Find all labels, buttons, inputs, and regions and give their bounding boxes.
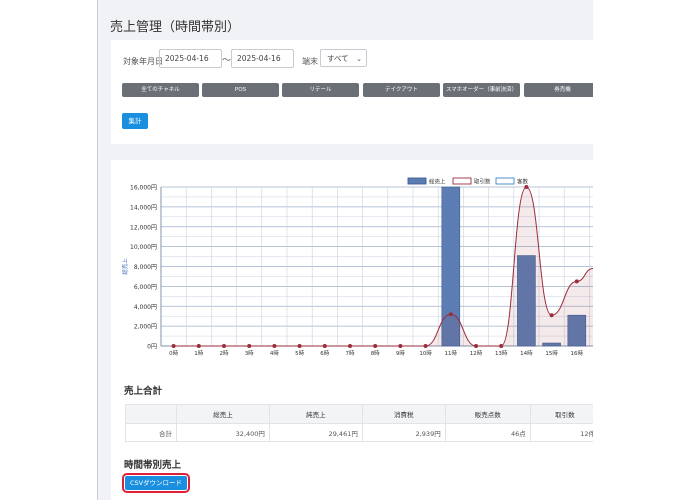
summary-header-row: 総売上 純売上 消費税 販売点数 取引数 [125, 404, 593, 424]
line-point [196, 344, 201, 348]
line-point [297, 344, 302, 348]
line-point [574, 279, 579, 284]
page-title: 売上管理（時間帯別） [110, 20, 241, 35]
summary-cell: 2,939円 [361, 423, 446, 442]
legend-label: 総売上 [429, 178, 446, 186]
line-point [272, 344, 277, 348]
summary-header-cell: 総売上 [176, 404, 270, 424]
x-tick-label: 5時 [295, 349, 304, 357]
table-row: 合計 32,400円 29,461円 2,939円 46点 12件 [125, 423, 593, 442]
date-to-input[interactable]: 2025-04-16 [231, 49, 294, 68]
line-point [474, 344, 478, 348]
y-tick-label: 16,000円 [130, 185, 157, 192]
x-tick-label: 3時 [245, 349, 254, 357]
y-tick-label: 12,000円 [130, 224, 157, 231]
hourly-sales-chart: 0円 2,000円 4,000円 6,000円 8,000円 10,000円 12,000円… [121, 177, 593, 357]
channel-button-all[interactable]: 全てのチャネル [122, 83, 199, 97]
x-tick-label: 8時 [371, 349, 380, 357]
x-tick-label: 16時 [571, 349, 584, 357]
channel-button-mobile-order[interactable]: スマホオーダー（事前決済） [443, 83, 520, 97]
summary-cell: 46点 [444, 423, 531, 442]
channel-button-takeout[interactable]: テイクアウト [363, 83, 440, 97]
channel-button-pos[interactable]: POS [202, 83, 279, 97]
line-point [499, 344, 504, 348]
y-axis-label: 総売上 [121, 258, 129, 275]
hourly-title: 時間帯別売上 [124, 460, 182, 471]
x-tick-label: 13時 [495, 349, 508, 357]
line-point [448, 312, 453, 317]
terminal-select-value: すべて [327, 54, 349, 63]
summary-cell: 合計 [125, 423, 177, 442]
line-point [171, 344, 176, 348]
filter-card: 対象年月日 2025-04-16 〜 2025-04-16 端末 すべて ⌄ 全… [111, 40, 593, 144]
report-card: 0円 2,000円 4,000円 6,000円 8,000円 10,000円 12,000円… [111, 160, 593, 500]
date-from-input[interactable]: 2025-04-16 [159, 49, 222, 68]
channel-button-retail[interactable]: リテール [282, 83, 359, 97]
terminal-select[interactable]: すべて ⌄ [320, 49, 367, 67]
legend-swatch [495, 177, 515, 185]
summary-cell: 32,400円 [176, 423, 270, 442]
x-tick-label: 12時 [470, 349, 483, 357]
x-tick-label: 1時 [194, 349, 203, 357]
csv-download-button[interactable]: CSVダウンロード [122, 473, 190, 493]
summary-table: 総売上 純売上 消費税 販売点数 取引数 合計 32,400円 29,461円 … [125, 404, 593, 442]
y-tick-label: 6,000円 [134, 284, 157, 291]
channel-button-ticket-machine[interactable]: 券売機 [524, 83, 593, 97]
legend-label: 取引数 [474, 178, 491, 186]
y-tick-label: 8,000円 [134, 264, 157, 271]
x-tick-label: 11時 [445, 349, 458, 357]
y-tick-label: 14,000円 [130, 204, 157, 211]
x-tick-label: 4時 [270, 349, 279, 357]
x-tick-label: 10時 [419, 349, 432, 357]
period-label: 対象年月日 [123, 57, 163, 66]
chevron-down-icon: ⌄ [356, 55, 362, 63]
line-point [348, 344, 352, 348]
x-tick-label: 14時 [520, 349, 533, 357]
summary-header-cell: 販売点数 [444, 404, 531, 424]
y-tick-label: 0円 [147, 344, 157, 351]
summary-cell: 29,461円 [268, 423, 363, 442]
x-tick-label: 7時 [346, 349, 355, 357]
summary-header-cell: 純売上 [268, 404, 363, 424]
y-tick-label: 4,000円 [134, 304, 157, 311]
line-point [398, 344, 403, 348]
line-point [247, 344, 252, 348]
aggregate-button[interactable]: 集計 [122, 113, 148, 129]
legend-label: 客数 [517, 178, 529, 186]
x-tick-label: 2時 [220, 349, 229, 357]
line-point [549, 313, 554, 318]
legend-swatch [407, 177, 427, 185]
line-point [423, 344, 428, 348]
terminal-label: 端末 [302, 57, 318, 66]
summary-header-cell: 取引数 [529, 404, 593, 424]
range-separator: 〜 [222, 56, 232, 66]
legend-swatch [452, 177, 472, 185]
app-frame: 売上管理（時間帯別） 対象年月日 2025-04-16 〜 2025-04-16… [97, 0, 593, 500]
y-tick-label: 10,000円 [130, 244, 157, 251]
summary-header-cell [125, 404, 177, 424]
y-tick-label: 2,000円 [134, 324, 157, 331]
x-tick-label: 9時 [396, 349, 405, 357]
line-point [322, 344, 327, 348]
x-tick-label: 15時 [545, 349, 558, 357]
summary-title: 売上合計 [124, 386, 163, 397]
line-point [524, 185, 529, 189]
summary-cell: 12件 [529, 423, 593, 442]
x-tick-label: 6時 [320, 349, 329, 357]
line-point [373, 344, 378, 348]
x-tick-label: 0時 [169, 349, 178, 357]
line-point [222, 344, 226, 348]
summary-header-cell: 消費税 [361, 404, 446, 424]
